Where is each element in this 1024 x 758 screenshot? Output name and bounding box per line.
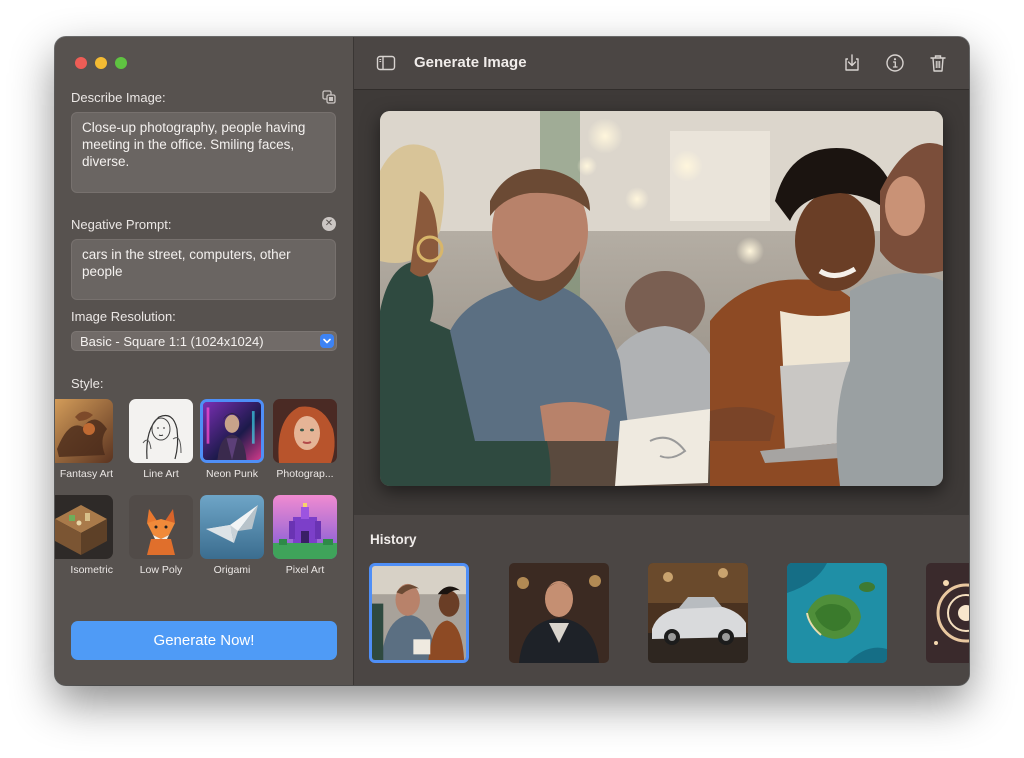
style-origami[interactable]: Origami <box>200 495 264 576</box>
window-minimize-button[interactable] <box>95 57 107 69</box>
style-neon-punk[interactable]: Neon Punk <box>200 399 264 480</box>
generate-now-button[interactable]: Generate Now! <box>71 621 337 660</box>
style-low-poly[interactable]: Low Poly <box>129 495 193 576</box>
describe-image-textarea[interactable]: Close-up photography, people having meet… <box>71 112 336 193</box>
neon-punk-thumbnail <box>200 399 264 463</box>
style-label-low-poly: Low Poly <box>139 564 183 576</box>
history-item-classic-car[interactable] <box>648 563 748 663</box>
history-item-office-meeting[interactable] <box>369 563 469 663</box>
style-label-neon-punk: Neon Punk <box>206 468 258 480</box>
app-window: Describe Image: Close-up photography, pe… <box>55 37 969 685</box>
download-icon[interactable] <box>842 53 862 73</box>
negative-prompt-textarea[interactable]: cars in the street, computers, other peo… <box>71 239 336 300</box>
generated-image[interactable] <box>380 111 943 486</box>
chevron-down-icon <box>320 334 334 348</box>
fantasy-art-thumbnail <box>55 399 113 463</box>
toolbar: Generate Image <box>354 37 969 90</box>
sidebar: Describe Image: Close-up photography, pe… <box>55 37 354 685</box>
photographic-thumbnail <box>273 399 337 463</box>
style-photographic[interactable]: Photograp... <box>273 399 337 480</box>
main-pane: Generate Image History <box>354 37 969 685</box>
window-close-button[interactable] <box>75 57 87 69</box>
style-label-fantasy-art: Fantasy Art <box>59 468 113 480</box>
info-icon[interactable] <box>885 53 905 73</box>
describe-image-label: Describe Image: <box>71 90 166 105</box>
history-title: History <box>370 532 417 547</box>
origami-thumbnail <box>200 495 264 559</box>
style-line-art[interactable]: Line Art <box>129 399 193 480</box>
style-isometric[interactable]: Isometric <box>55 495 113 576</box>
style-label-pixel-art: Pixel Art <box>285 564 325 576</box>
history-item-abstract-portal[interactable] <box>926 563 969 663</box>
image-resolution-select[interactable]: Basic - Square 1:1 (1024x1024) <box>71 331 337 351</box>
style-label-isometric: Isometric <box>70 564 113 576</box>
low-poly-thumbnail <box>129 495 193 559</box>
history-item-island-aerial[interactable] <box>787 563 887 663</box>
toolbar-title: Generate Image <box>414 54 527 71</box>
style-fantasy-art[interactable]: Fantasy Art <box>55 399 113 480</box>
isometric-thumbnail <box>55 495 113 559</box>
history-item-portrait-man[interactable] <box>509 563 609 663</box>
style-label: Style: <box>71 376 104 391</box>
style-label-photographic: Photograp... <box>276 468 334 480</box>
style-label-line-art: Line Art <box>143 468 179 480</box>
line-art-thumbnail <box>129 399 193 463</box>
sidebar-toggle-icon[interactable] <box>376 53 396 73</box>
style-pixel-art[interactable]: Pixel Art <box>273 495 337 576</box>
style-label-origami: Origami <box>213 564 251 576</box>
image-resolution-label: Image Resolution: <box>71 309 176 324</box>
history-panel: History <box>354 515 969 685</box>
image-resolution-value: Basic - Square 1:1 (1024x1024) <box>80 334 264 349</box>
pixel-art-thumbnail <box>273 495 337 559</box>
negative-prompt-label: Negative Prompt: <box>71 217 172 232</box>
window-maximize-button[interactable] <box>115 57 127 69</box>
history-strip <box>354 561 969 667</box>
style-grid: Fantasy Art Line Art Neon Punk Photograp… <box>55 399 353 589</box>
image-area <box>354 90 969 514</box>
copy-icon[interactable] <box>322 90 336 104</box>
clear-icon[interactable]: ✕ <box>322 217 336 231</box>
trash-icon[interactable] <box>928 53 948 73</box>
